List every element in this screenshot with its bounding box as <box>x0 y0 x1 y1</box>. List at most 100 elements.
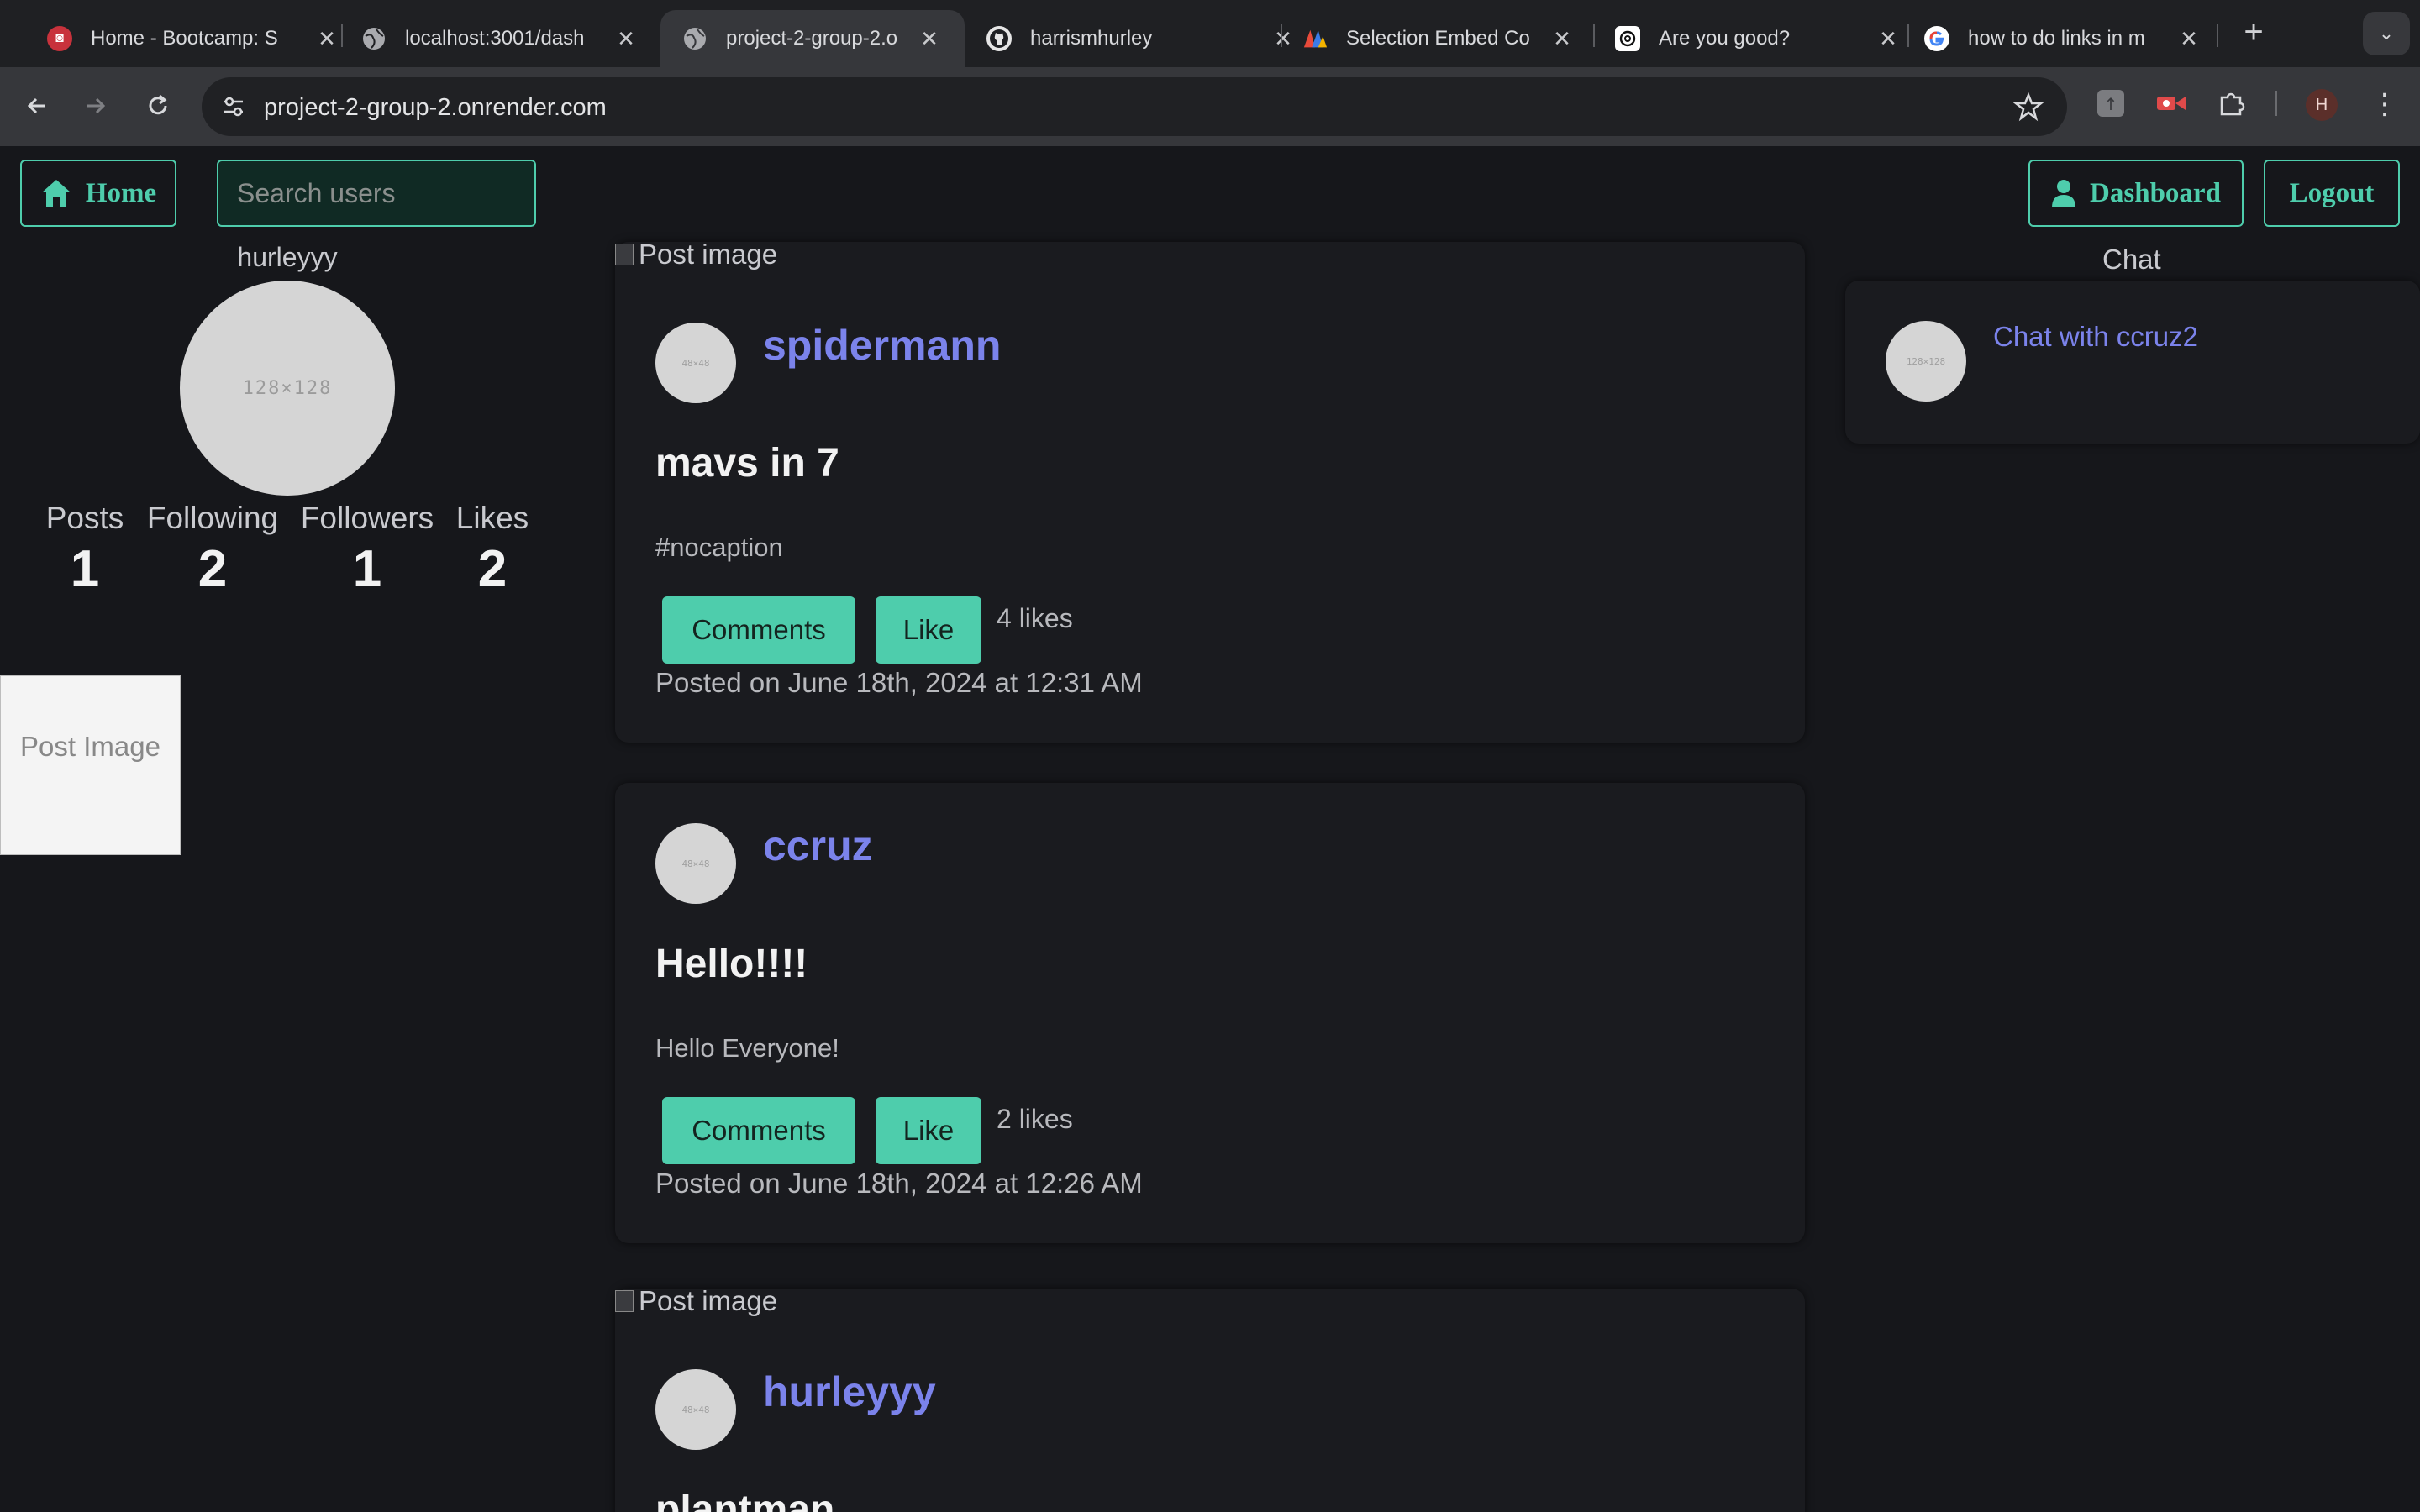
tab-project[interactable]: project-2-group-2.o ✕ <box>660 10 965 67</box>
puzzle-extensions-icon[interactable] <box>2215 87 2249 120</box>
broken-image-icon <box>615 1290 634 1312</box>
github-icon <box>986 26 1012 51</box>
post-timestamp: Posted on June 18th, 2024 at 12:31 AM <box>655 667 1143 698</box>
tab-strip: ◙ Home - Bootcamp: S ✕ localhost:3001/da… <box>0 0 2420 67</box>
post-image: Post image <box>615 239 777 270</box>
post-card: Post image 48×48 hurleyyy plantman <box>615 1285 1805 1512</box>
stat-value: 1 <box>70 540 100 598</box>
tab-selection-embed[interactable]: Selection Embed Co ✕ <box>1281 10 1598 67</box>
reload-icon[interactable] <box>138 86 178 126</box>
post-image: Post image <box>615 1285 777 1317</box>
chat-avatar: 128×128 <box>1886 321 1966 402</box>
post-card: 48×48 ccruz Hello!!!! Hello Everyone! Co… <box>615 783 1805 1243</box>
tab-title: localhost:3001/dash <box>405 27 585 50</box>
close-tab-icon[interactable]: ✕ <box>1548 26 1576 52</box>
new-tab-icon[interactable]: + <box>2235 15 2272 52</box>
toolbar-divider <box>2275 91 2277 116</box>
comments-button[interactable]: Comments <box>662 596 855 664</box>
extension-icon[interactable]: ↑ <box>2094 87 2128 120</box>
profile-avatar-image: 128×128 <box>180 281 395 496</box>
logout-label: Logout <box>2289 177 2375 208</box>
home-button[interactable]: Home <box>20 160 176 227</box>
bootcamp-icon: ◙ <box>47 26 72 51</box>
svg-text:↑: ↑ <box>2104 94 2118 114</box>
close-tab-icon[interactable]: ✕ <box>2175 26 2203 52</box>
profile-avatar[interactable]: H <box>2306 89 2338 121</box>
tab-title: Home - Bootcamp: S <box>91 27 278 50</box>
dashboard-button[interactable]: Dashboard <box>2028 160 2244 227</box>
close-tab-icon[interactable]: ✕ <box>1874 26 1902 52</box>
post-avatar[interactable]: 48×48 <box>655 823 736 904</box>
post-username[interactable]: hurleyyy <box>763 1368 936 1416</box>
tab-title: Selection Embed Co <box>1346 27 1530 50</box>
tab-chatgpt[interactable]: Are you good? ✕ <box>1593 10 1924 67</box>
stat-likes: Likes 2 <box>452 501 533 599</box>
screen-recorder-icon[interactable] <box>2154 87 2188 120</box>
globe-icon <box>361 26 387 51</box>
bookmark-star-icon[interactable] <box>2012 92 2044 126</box>
tab-search-chevron-icon[interactable]: ⌄ <box>2363 12 2410 55</box>
post-avatar[interactable]: 48×48 <box>655 323 736 403</box>
post-username[interactable]: ccruz <box>763 822 873 870</box>
user-icon <box>2052 180 2076 207</box>
post-username[interactable]: spidermann <box>763 321 1001 370</box>
comments-button[interactable]: Comments <box>662 1097 855 1164</box>
post-avatar[interactable]: 48×48 <box>655 1369 736 1450</box>
chat-heading: Chat <box>2102 244 2161 275</box>
search-users-input[interactable] <box>217 160 536 227</box>
stat-value: 1 <box>352 540 382 598</box>
post-image-alt: Post image <box>639 239 778 270</box>
close-tab-icon[interactable]: ✕ <box>313 26 341 52</box>
stat-label: Posts <box>45 501 124 535</box>
post-title: plantman <box>655 1488 835 1512</box>
post-body: #nocaption <box>655 533 783 562</box>
tab-localhost[interactable]: localhost:3001/dash ✕ <box>339 10 662 67</box>
like-count: 2 likes <box>997 1104 1073 1134</box>
post-image-alt: Post image <box>639 1285 778 1316</box>
post-timestamp: Posted on June 18th, 2024 at 12:26 AM <box>655 1168 1143 1199</box>
forward-icon[interactable] <box>76 86 116 126</box>
stat-followers: Followers 1 <box>297 501 437 599</box>
chat-with-link[interactable]: Chat with ccruz2 <box>1993 321 2198 353</box>
post-title: mavs in 7 <box>655 441 839 486</box>
tab-divider <box>2217 24 2218 47</box>
google-icon <box>1924 26 1949 51</box>
close-tab-icon[interactable]: ✕ <box>612 26 640 52</box>
browser-toolbar: project-2-group-2.onrender.com ↑ <box>0 67 2420 146</box>
back-icon[interactable] <box>17 86 57 126</box>
like-count: 4 likes <box>997 603 1073 633</box>
globe-icon <box>682 26 708 51</box>
broken-image-icon <box>615 244 634 265</box>
address-bar[interactable]: project-2-group-2.onrender.com <box>202 77 2067 136</box>
like-button[interactable]: Like <box>876 1097 981 1164</box>
tab-title: project-2-group-2.o <box>726 27 898 50</box>
dashboard-label: Dashboard <box>2090 177 2221 208</box>
url-text[interactable]: project-2-group-2.onrender.com <box>264 94 607 122</box>
stat-following: Following 2 <box>143 501 282 599</box>
stat-value: 2 <box>197 540 228 598</box>
logout-button[interactable]: Logout <box>2264 160 2400 227</box>
tab-title: Are you good? <box>1659 27 1791 50</box>
profile-post-image[interactable]: Post Image <box>0 675 181 855</box>
post-card: Post image 48×48 spidermann mavs in 7 #n… <box>615 239 1805 743</box>
tab-bootcamp[interactable]: ◙ Home - Bootcamp: S ✕ <box>25 10 363 67</box>
like-button[interactable]: Like <box>876 596 981 664</box>
chatgpt-icon <box>1615 26 1640 51</box>
tab-google[interactable]: how to do links in m ✕ <box>1902 10 2225 67</box>
tab-github[interactable]: harrismhurley ✕ <box>965 10 1319 67</box>
page-content: Home Dashboard Logout hurleyyy 128×128 P… <box>0 146 2420 1512</box>
stat-posts: Posts 1 <box>44 501 126 599</box>
post-body: Hello Everyone! <box>655 1033 839 1063</box>
site-info-icon[interactable] <box>213 87 254 127</box>
stat-label: Followers <box>300 501 434 535</box>
tab-title: harrismhurley <box>1030 27 1153 50</box>
embed-icon <box>1302 26 1328 51</box>
home-icon <box>41 180 71 207</box>
home-label: Home <box>85 177 157 208</box>
stat-label: Likes <box>455 501 529 535</box>
browser-menu-icon[interactable]: ⋮ <box>2368 87 2402 123</box>
close-tab-icon[interactable]: ✕ <box>916 26 943 52</box>
stat-value: 2 <box>477 540 508 598</box>
chat-card: 128×128 Chat with ccruz2 <box>1845 281 2420 444</box>
post-title: Hello!!!! <box>655 942 808 986</box>
